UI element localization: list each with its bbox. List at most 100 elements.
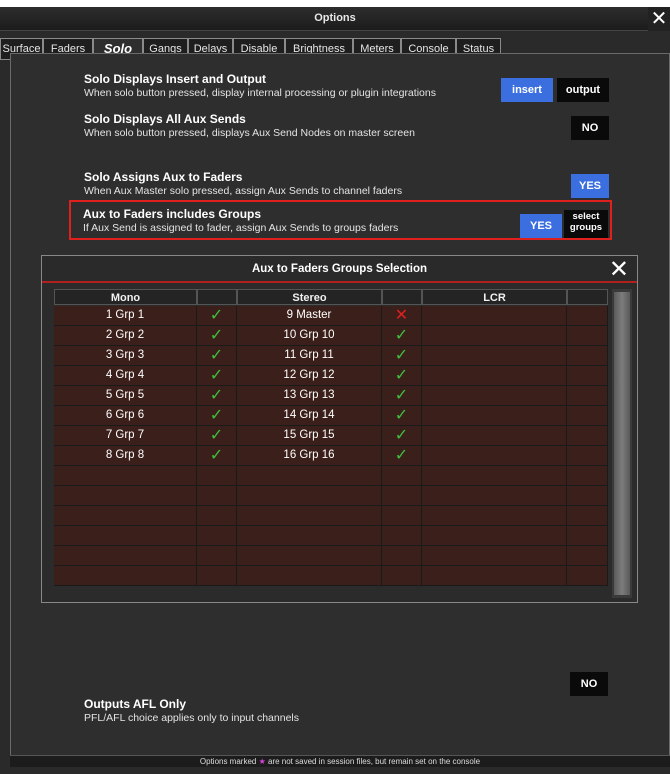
output-button[interactable]: output <box>557 78 609 102</box>
grid-cell <box>237 486 382 506</box>
grid-cell <box>382 486 422 506</box>
grid-cell <box>422 306 567 326</box>
star-icon: ★ <box>258 757 266 766</box>
table-row: 1 Grp 1 ✓ 9 Master ✕ <box>54 306 608 326</box>
grid-cell <box>567 426 608 446</box>
mono-group-name: 3 Grp 3 <box>54 346 197 366</box>
grid-cell <box>54 546 197 566</box>
mono-group-name: 8 Grp 8 <box>54 446 197 466</box>
table-row <box>54 566 608 586</box>
check-icon[interactable]: ✓ <box>197 446 237 466</box>
grid-cell <box>422 506 567 526</box>
grid-cell <box>237 466 382 486</box>
stereo-group-name: 10 Grp 10 <box>237 326 382 346</box>
insert-button[interactable]: insert <box>501 78 553 102</box>
footer-text-after: are not saved in session files, but rema… <box>265 757 481 766</box>
check-icon: ✓ <box>394 327 409 344</box>
column-header-lcr: LCR <box>422 289 567 305</box>
grid-cell <box>422 386 567 406</box>
dialog-close-icon[interactable]: ✕ <box>609 256 629 283</box>
grid-cell <box>567 346 608 366</box>
grid-cell <box>567 486 608 506</box>
column-header-blank <box>197 289 237 305</box>
check-icon[interactable]: ✓ <box>382 386 422 406</box>
grid-cell <box>54 466 197 486</box>
mono-group-name: 6 Grp 6 <box>54 406 197 426</box>
check-icon[interactable]: ✓ <box>382 366 422 386</box>
grid-cell <box>237 566 382 586</box>
table-row <box>54 526 608 546</box>
groups-yes-button[interactable]: YES <box>520 214 562 238</box>
grid-cell <box>567 326 608 346</box>
table-row: 8 Grp 8 ✓ 16 Grp 16 ✓ <box>54 446 608 466</box>
assigns-aux-toggle[interactable]: YES <box>571 174 609 198</box>
grid-cell <box>237 526 382 546</box>
footer-text-before: Options marked <box>199 757 259 766</box>
grid-cell <box>422 446 567 466</box>
grid-cell <box>567 526 608 546</box>
table-row: 2 Grp 2 ✓ 10 Grp 10 ✓ <box>54 326 608 346</box>
mono-group-name: 5 Grp 5 <box>54 386 197 406</box>
mono-group-name: 7 Grp 7 <box>54 426 197 446</box>
option-description: When solo button pressed, displays Aux S… <box>84 127 415 139</box>
stereo-group-name: 12 Grp 12 <box>237 366 382 386</box>
grid-cell <box>197 486 237 506</box>
table-row <box>54 466 608 486</box>
stereo-group-name: 13 Grp 13 <box>237 386 382 406</box>
check-icon[interactable]: ✓ <box>382 446 422 466</box>
check-icon: ✓ <box>209 407 224 424</box>
grid-cell <box>422 406 567 426</box>
cross-icon[interactable]: ✕ <box>382 306 422 326</box>
check-icon[interactable]: ✓ <box>382 326 422 346</box>
check-icon[interactable]: ✓ <box>197 346 237 366</box>
check-icon[interactable]: ✓ <box>197 366 237 386</box>
check-icon: ✓ <box>209 367 224 384</box>
mono-group-name: 1 Grp 1 <box>54 306 197 326</box>
check-icon[interactable]: ✓ <box>197 386 237 406</box>
check-icon[interactable]: ✓ <box>197 306 237 326</box>
grid-cell <box>54 566 197 586</box>
option-title: Solo Displays Insert and Output <box>84 72 267 86</box>
scrollbar-thumb[interactable] <box>614 292 630 595</box>
option-insert-output: Solo Displays Insert and Output When sol… <box>84 72 436 99</box>
check-icon: ✓ <box>209 447 224 464</box>
select-groups-line1: select <box>572 211 600 222</box>
check-icon[interactable]: ✓ <box>382 346 422 366</box>
column-header-blank <box>382 289 422 305</box>
grid-cell <box>422 366 567 386</box>
option-title: Solo Displays All Aux Sends <box>84 112 246 126</box>
option-all-aux-sends: Solo Displays All Aux Sends When solo bu… <box>84 112 415 139</box>
vertical-scrollbar[interactable] <box>612 289 632 598</box>
grid-cell <box>567 506 608 526</box>
check-icon[interactable]: ✓ <box>197 406 237 426</box>
all-aux-sends-toggle[interactable]: NO <box>571 116 609 140</box>
option-assigns-aux: Solo Assigns Aux to Faders When Aux Mast… <box>84 170 402 197</box>
table-row <box>54 546 608 566</box>
grid-cell <box>54 486 197 506</box>
select-groups-button[interactable]: select groups <box>564 210 608 238</box>
check-icon[interactable]: ✓ <box>382 406 422 426</box>
check-icon: ✓ <box>209 347 224 364</box>
afl-only-toggle[interactable]: NO <box>570 672 608 696</box>
mono-group-name: 4 Grp 4 <box>54 366 197 386</box>
grid-cell <box>422 346 567 366</box>
stereo-group-name: 15 Grp 15 <box>237 426 382 446</box>
check-icon: ✓ <box>394 447 409 464</box>
grid-cell <box>567 466 608 486</box>
check-icon[interactable]: ✓ <box>382 426 422 446</box>
grid-cell <box>197 526 237 546</box>
option-title: Solo Assigns Aux to Faders <box>84 170 243 184</box>
check-icon: ✓ <box>209 327 224 344</box>
grid-cell <box>422 546 567 566</box>
check-icon[interactable]: ✓ <box>197 426 237 446</box>
table-row: 7 Grp 7 ✓ 15 Grp 15 ✓ <box>54 426 608 446</box>
mono-group-name: 2 Grp 2 <box>54 326 197 346</box>
check-icon: ✓ <box>394 347 409 364</box>
close-icon[interactable]: ✕ <box>648 7 670 31</box>
check-icon: ✓ <box>209 427 224 444</box>
grid-cell <box>54 526 197 546</box>
check-icon[interactable]: ✓ <box>197 326 237 346</box>
select-groups-line2: groups <box>569 222 603 233</box>
grid-cell <box>382 526 422 546</box>
table-row <box>54 486 608 506</box>
